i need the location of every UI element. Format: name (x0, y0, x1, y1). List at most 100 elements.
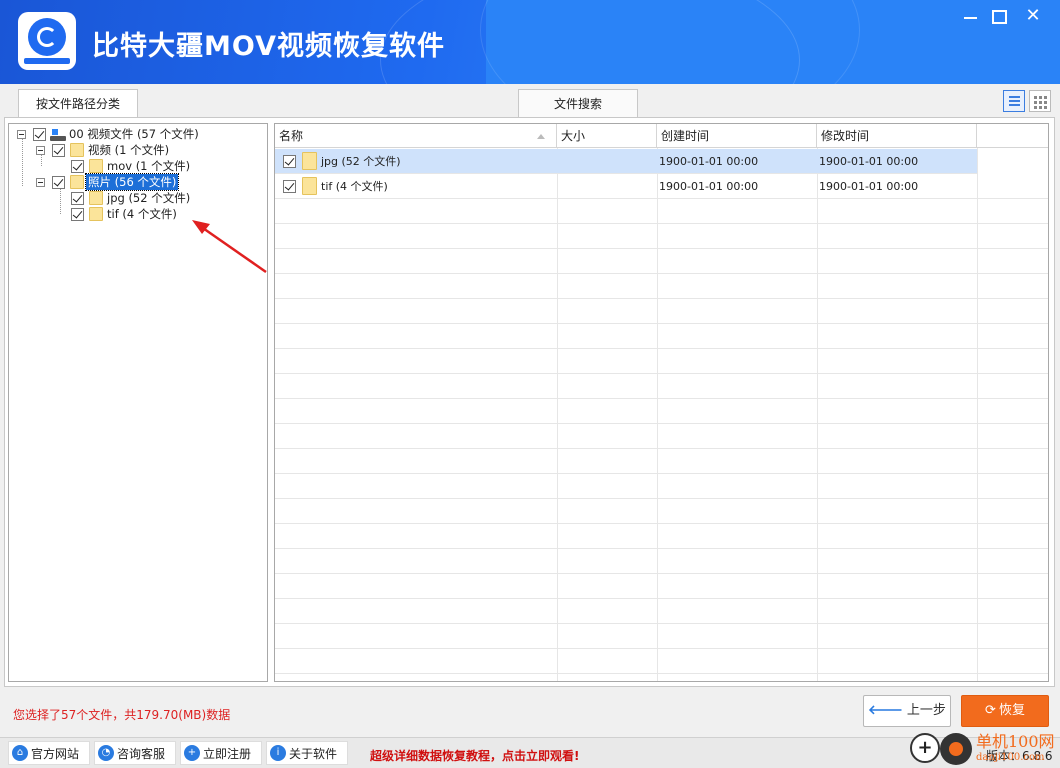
tree-item-label: jpg (52 个文件) (107, 191, 191, 205)
footer-link-label: 官方网站 (31, 747, 80, 761)
row-created: 1900-01-01 00:00 (659, 155, 759, 168)
row-modified: 1900-01-01 00:00 (819, 180, 919, 193)
tree-item-label: 视频 (1 个文件) (88, 143, 170, 157)
footer-bar: ⌂ 官方网站 ◔ 咨询客服 + 立即注册 i 关于软件 超级详细数据恢复教程，点击立即观… (0, 737, 1060, 768)
row-created: 1900-01-01 00:00 (659, 180, 759, 193)
title-bar: 比特大疆MOV视频恢复软件 ✕ (0, 0, 1060, 84)
empty-row (275, 574, 1048, 599)
video-checkbox[interactable] (52, 144, 65, 157)
footer-link-label: 立即注册 (203, 747, 252, 761)
empty-row (275, 274, 1048, 299)
folder-tree[interactable]: 00 视频文件 (57 个文件) 视频 (1 个文件) mov (1 个文件) … (8, 123, 268, 682)
row-modified: 1900-01-01 00:00 (819, 155, 919, 168)
tutorial-promo-link[interactable]: 超级详细数据恢复教程，点击立即观看! (370, 747, 579, 764)
previous-step-button[interactable]: 🡐 上一步 (863, 695, 951, 727)
empty-row (275, 599, 1048, 624)
empty-row (275, 349, 1048, 374)
list-view-button[interactable] (1003, 90, 1025, 112)
watermark-domain: danji100.com (976, 752, 1045, 763)
restore-label: 恢复 (998, 703, 1025, 718)
folder-icon (70, 175, 84, 189)
empty-row (275, 499, 1048, 524)
folder-icon (89, 207, 103, 221)
row-checkbox[interactable] (283, 155, 296, 168)
watermark-logo: + (910, 727, 980, 767)
tab-by-path[interactable]: 按文件路径分类 (18, 89, 138, 119)
empty-row (275, 199, 1048, 224)
watermark-text: 单机100网 (976, 732, 1055, 751)
column-header-modified[interactable]: 修改时间 (817, 124, 977, 148)
collapse-icon[interactable] (36, 178, 45, 187)
empty-row (275, 324, 1048, 349)
folder-icon (89, 191, 103, 205)
folder-icon (89, 159, 103, 173)
restore-button[interactable]: ⟳ 恢复 (961, 695, 1049, 727)
empty-row (275, 299, 1048, 324)
empty-row (275, 249, 1048, 274)
mov-checkbox[interactable] (71, 160, 84, 173)
footer-link-label: 咨询客服 (117, 747, 166, 761)
tree-item-mov[interactable]: mov (1 个文件) (15, 158, 265, 174)
refresh-icon: ⟳ (985, 703, 996, 718)
drive-icon (50, 129, 66, 141)
collapse-icon[interactable] (36, 146, 45, 155)
plus-icon: + (910, 733, 940, 763)
selection-status: 您选择了57个文件，共179.70(MB)数据 (13, 708, 231, 722)
chat-icon: ◔ (98, 745, 114, 761)
table-row[interactable]: jpg (52 个文件) 1900-01-01 00:00 1900-01-01… (275, 149, 977, 174)
app-title: 比特大疆MOV视频恢复软件 (92, 31, 445, 62)
folder-icon (70, 143, 84, 157)
empty-row (275, 449, 1048, 474)
table-row[interactable]: tif (4 个文件) 1900-01-01 00:00 1900-01-01 … (275, 174, 1048, 199)
column-header-created[interactable]: 创建时间 (657, 124, 817, 148)
customer-service-link[interactable]: ◔ 咨询客服 (94, 741, 176, 765)
about-link[interactable]: i 关于软件 (266, 741, 348, 765)
empty-row (275, 474, 1048, 499)
tree-item-photo[interactable]: 照片 (56 个文件) (15, 173, 265, 191)
empty-row (275, 524, 1048, 549)
minimize-button[interactable] (958, 4, 984, 28)
register-link[interactable]: + 立即注册 (180, 741, 262, 765)
tree-item-label-selected: 照片 (56 个文件) (84, 173, 180, 191)
column-header-size[interactable]: 大小 (557, 124, 657, 148)
annotation-arrow-icon (192, 220, 267, 274)
empty-row (275, 424, 1048, 449)
row-name: tif (4 个文件) (321, 180, 388, 193)
refresh-icon (28, 18, 66, 56)
maximize-button[interactable] (986, 4, 1012, 28)
official-site-link[interactable]: ⌂ 官方网站 (8, 741, 90, 765)
tree-item-video[interactable]: 视频 (1 个文件) (15, 142, 265, 158)
watermark-circle-icon (940, 733, 972, 765)
folder-icon (302, 152, 317, 170)
tif-checkbox[interactable] (71, 208, 84, 221)
previous-step-label: 上一步 (906, 703, 946, 718)
tree-item-label: mov (1 个文件) (107, 159, 191, 173)
column-header-name[interactable]: 名称 (275, 124, 557, 148)
drive-icon (24, 58, 70, 64)
empty-row (275, 374, 1048, 399)
tree-item-root[interactable]: 00 视频文件 (57 个文件) (15, 126, 265, 142)
close-button[interactable]: ✕ (1020, 4, 1046, 28)
user-add-icon: + (184, 745, 200, 761)
empty-row (275, 649, 1048, 674)
info-icon: i (270, 745, 286, 761)
jpg-checkbox[interactable] (71, 192, 84, 205)
tab-file-search[interactable]: 文件搜索 (518, 89, 638, 119)
empty-row (275, 624, 1048, 649)
row-name: jpg (52 个文件) (321, 155, 401, 168)
table-header: 名称 大小 创建时间 修改时间 (275, 124, 1048, 148)
folder-icon (302, 177, 317, 195)
footer-link-label: 关于软件 (289, 747, 338, 761)
empty-row (275, 399, 1048, 424)
row-checkbox[interactable] (283, 180, 296, 193)
tree-item-label: 00 视频文件 (57 个文件) (69, 127, 199, 141)
root-checkbox[interactable] (33, 128, 46, 141)
tree-item-label: tif (4 个文件) (107, 207, 177, 221)
photo-checkbox[interactable] (52, 176, 65, 189)
grid-view-button[interactable] (1029, 90, 1051, 112)
tree-item-jpg[interactable]: jpg (52 个文件) (15, 190, 265, 206)
collapse-icon[interactable] (17, 130, 26, 139)
file-table[interactable]: 名称 大小 创建时间 修改时间 jpg (52 个文件) 1900-01-01 … (274, 123, 1049, 682)
sort-arrow-icon (537, 134, 545, 139)
home-icon: ⌂ (12, 745, 28, 761)
